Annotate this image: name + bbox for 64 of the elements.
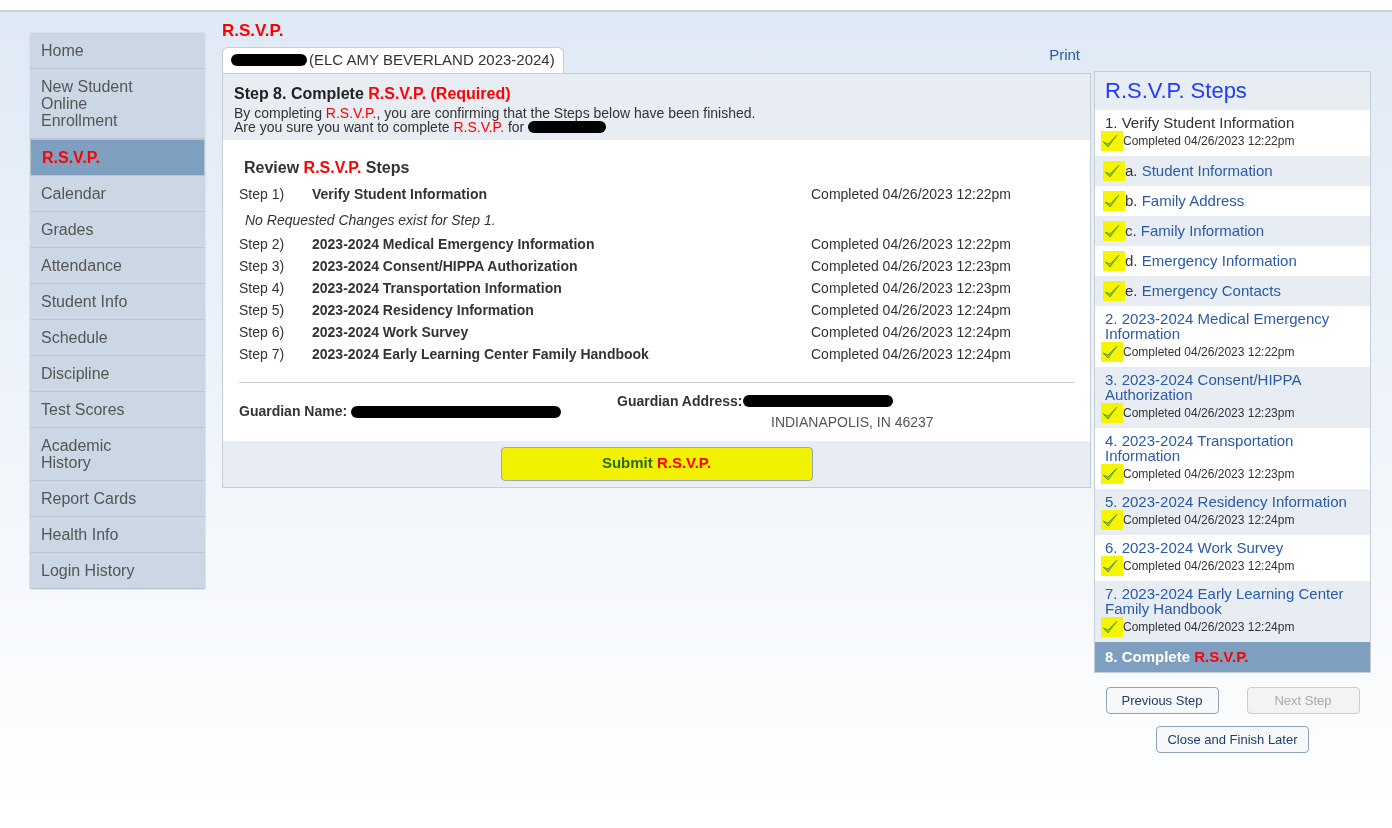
step-status: Completed 04/26/2023 12:24pm: [811, 345, 1012, 364]
step-number: Step 1): [239, 185, 286, 204]
step-number: Step 7): [239, 345, 286, 364]
substep-link[interactable]: c. Family Information: [1125, 219, 1265, 243]
nav-item[interactable]: Attendance: [30, 248, 205, 284]
confirmation-text: By completing R.S.V.P., you are confirming that the Steps below have been finished.: [234, 105, 756, 120]
step-link[interactable]: 5. 2023-2024 Residency Information: [1105, 494, 1360, 509]
step-link[interactable]: 6. 2023-2024 Work Survey: [1105, 540, 1360, 555]
step-name: 2023-2024 Residency Information: [312, 301, 535, 320]
submit-button[interactable]: Submit R.S.V.P.: [500, 446, 813, 481]
step-name: Verify Student Information: [312, 185, 488, 204]
step-name: 2023-2024 Transportation Information: [312, 279, 563, 298]
nav-item[interactable]: Login History: [30, 553, 205, 589]
step-heading: Step 8. Complete R.S.V.P. (Required): [234, 83, 512, 104]
step-status: Completed 04/26/2023 12:22pm: [811, 185, 1012, 204]
step-status: Completed 04/26/2023 12:22pm: [1123, 133, 1295, 150]
substep-link[interactable]: e. Emergency Contacts: [1125, 279, 1281, 303]
step-status: Completed 04/26/2023 12:22pm: [1123, 344, 1295, 361]
nav-button[interactable]: Previous Step: [1105, 687, 1219, 714]
page-title: R.S.V.P.: [222, 20, 285, 42]
guardian-name-label: Guardian Name:: [239, 402, 348, 421]
step-status: Completed 04/26/2023 12:24pm: [1123, 619, 1295, 636]
current-step[interactable]: 8. Complete R.S.V.P.: [1095, 642, 1370, 672]
student-tab[interactable]: (ELC AMY BEVERLAND 2023-2024): [222, 46, 564, 73]
step-link[interactable]: 7. 2023-2024 Early Learning Center Family Handbook: [1105, 586, 1360, 616]
step-status: Completed 04/26/2023 12:24pm: [811, 323, 1012, 342]
step-note: No Requested Changes exist for Step 1.: [244, 210, 497, 230]
nav-item[interactable]: Student Info: [30, 284, 205, 320]
step-status: Completed 04/26/2023 12:23pm: [1123, 405, 1295, 422]
step-name: 2023-2024 Consent/HIPPA Authorization: [312, 257, 579, 276]
step-status: Completed 04/26/2023 12:24pm: [811, 301, 1012, 320]
nav-item[interactable]: Report Cards: [30, 481, 205, 517]
step-number: Step 2): [239, 235, 286, 254]
step-link[interactable]: 2. 2023-2024 Medical Emergency Information: [1105, 311, 1360, 341]
nav-button[interactable]: Close and Finish Later: [1156, 726, 1309, 753]
nav-item[interactable]: Schedule: [30, 320, 205, 356]
step-number: Step 4): [239, 279, 286, 298]
guardian-address-label: Guardian Address:: [617, 391, 743, 411]
step-name: 2023-2024 Early Learning Center Family Handbook: [312, 345, 650, 364]
step-status: Completed 04/26/2023 12:24pm: [1123, 558, 1295, 575]
nav-item[interactable]: Health Info: [30, 517, 205, 553]
step-number: Step 3): [239, 257, 286, 276]
step-status: Completed 04/26/2023 12:22pm: [811, 235, 1012, 254]
nav-item[interactable]: Academic History: [30, 428, 205, 481]
nav-item[interactable]: Test Scores: [30, 392, 205, 428]
step-link[interactable]: 3. 2023-2024 Consent/HIPPA Authorization: [1105, 372, 1360, 402]
step-name: 2023-2024 Medical Emergency Information: [312, 235, 596, 254]
nav-item[interactable]: Home: [30, 33, 205, 69]
review-heading: Review R.S.V.P. Steps: [243, 157, 411, 178]
step-status: Completed 04/26/2023 12:24pm: [1123, 512, 1295, 529]
steps-title: R.S.V.P. Steps: [1104, 77, 1248, 105]
step-status: Completed 04/26/2023 12:23pm: [1123, 466, 1295, 483]
step-status: Completed 04/26/2023 12:23pm: [811, 279, 1012, 298]
step-number: Step 6): [239, 323, 286, 342]
nav-item[interactable]: Grades: [30, 212, 205, 248]
guardian-address: INDIANAPOLIS, IN 46237: [770, 412, 934, 432]
nav-item[interactable]: Calendar: [30, 176, 205, 212]
print-link[interactable]: Print: [1049, 44, 1080, 67]
step-status: Completed 04/26/2023 12:23pm: [811, 257, 1012, 276]
step-number: Step 5): [239, 301, 286, 320]
step-name: 2023-2024 Work Survey: [312, 323, 470, 342]
substep-link[interactable]: a. Student Information: [1125, 159, 1273, 183]
step-link[interactable]: 4. 2023-2024 Transportation Information: [1105, 433, 1360, 463]
nav-item[interactable]: Discipline: [30, 356, 205, 392]
